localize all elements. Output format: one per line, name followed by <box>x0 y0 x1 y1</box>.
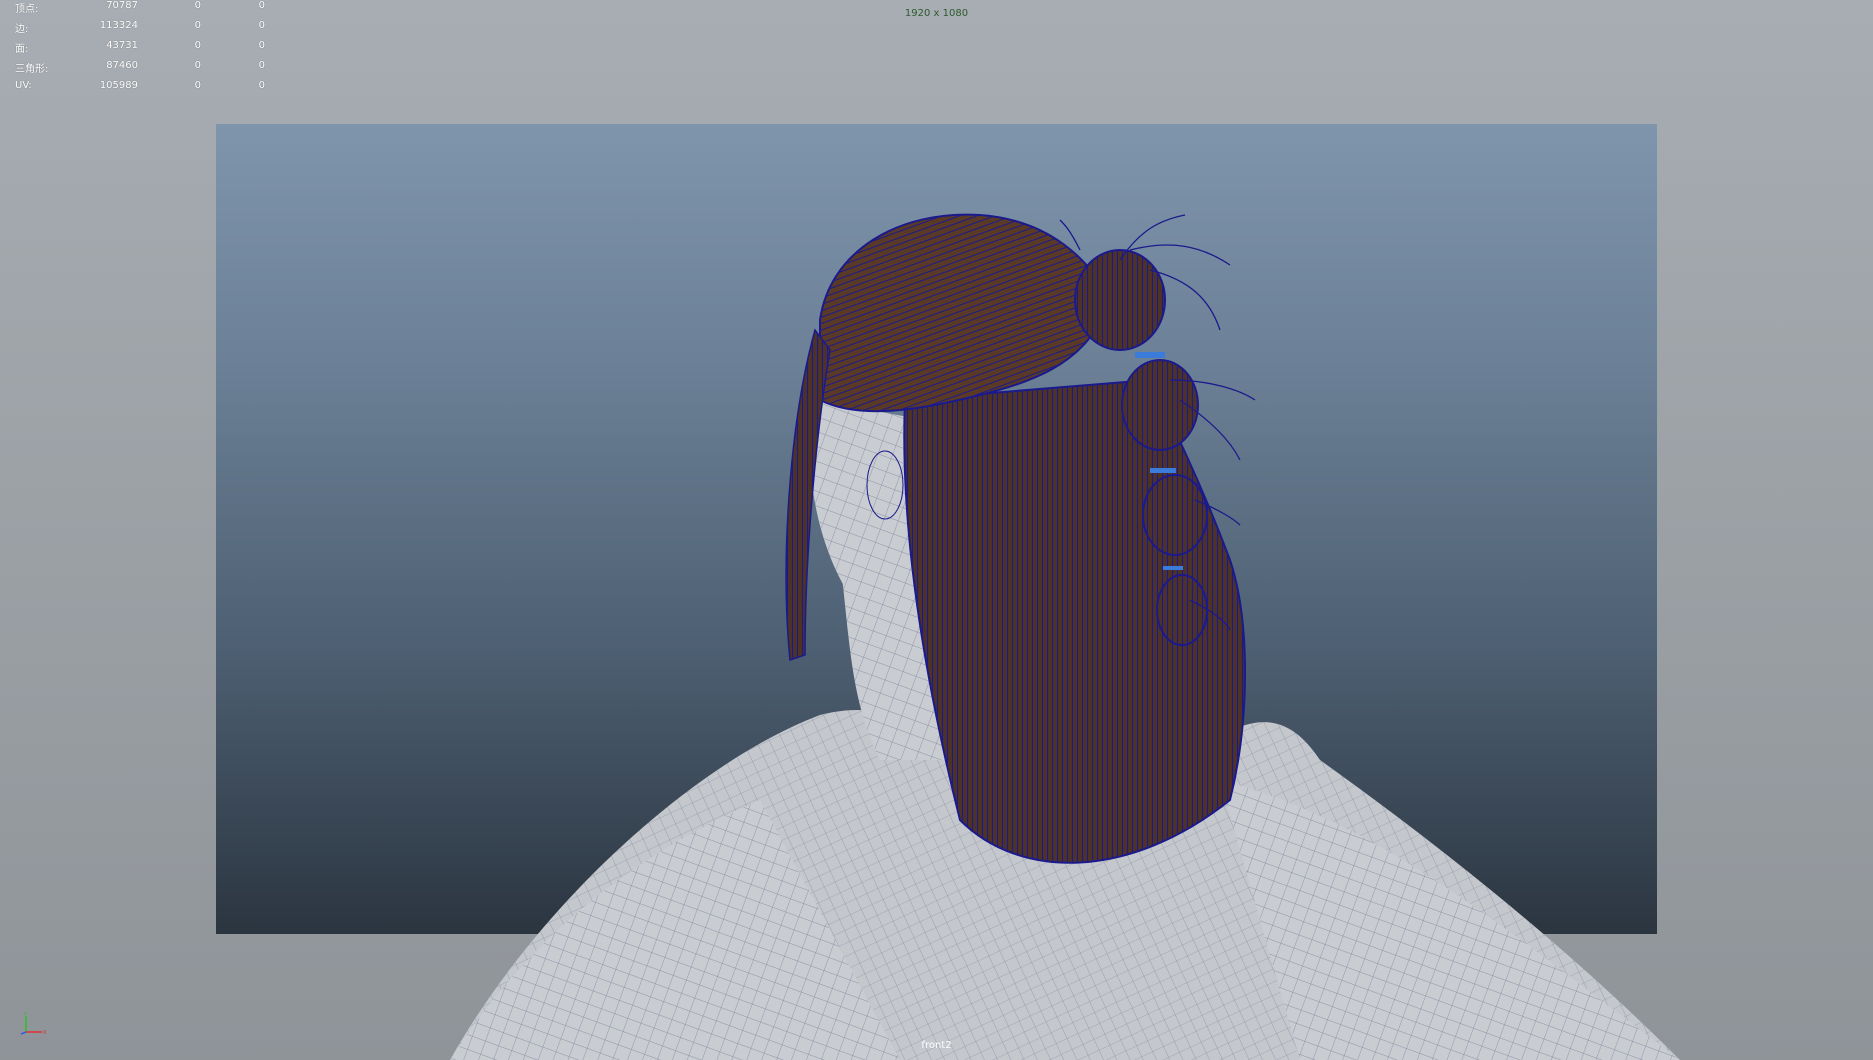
hud-value: 105989 <box>99 80 138 91</box>
hud-value: 0 <box>194 80 201 91</box>
hud-value: 113324 <box>99 20 138 31</box>
svg-text:Y: Y <box>23 1012 28 1018</box>
hud-value: 0 <box>258 20 265 31</box>
camera-name-label: front2 <box>921 1040 952 1051</box>
hud-label: 三角形: <box>15 64 49 75</box>
maya-viewport[interactable]: 顶点: 70787 0 0 边: 113324 0 0 面: 43731 0 0… <box>0 0 1873 1060</box>
hud-label: UV: <box>15 80 32 91</box>
hud-value: 0 <box>194 60 201 71</box>
hud-row-edges: 边: 113324 0 0 <box>15 20 265 40</box>
resolution-gate-label: 1920 x 1080 <box>904 8 969 19</box>
hud-value: 43731 <box>106 40 138 51</box>
svg-text:X: X <box>43 1030 47 1036</box>
hud-label: 边: <box>15 24 29 35</box>
hud-label: 面: <box>15 44 29 55</box>
hud-value: 0 <box>194 20 201 31</box>
hud-value: 0 <box>194 40 201 51</box>
resolution-gate <box>216 124 1657 934</box>
hud-value: 87460 <box>106 60 138 71</box>
hud-value: 0 <box>258 40 265 51</box>
xyz-axis-icon: Y X <box>20 1012 47 1036</box>
hud-row-triangles: 三角形: 87460 0 0 <box>15 60 265 80</box>
hud-row-uvs: UV: 105989 0 0 <box>15 80 265 100</box>
hud-value: 0 <box>258 80 265 91</box>
hud-row-faces: 面: 43731 0 0 <box>15 40 265 60</box>
hud-value: 0 <box>258 60 265 71</box>
